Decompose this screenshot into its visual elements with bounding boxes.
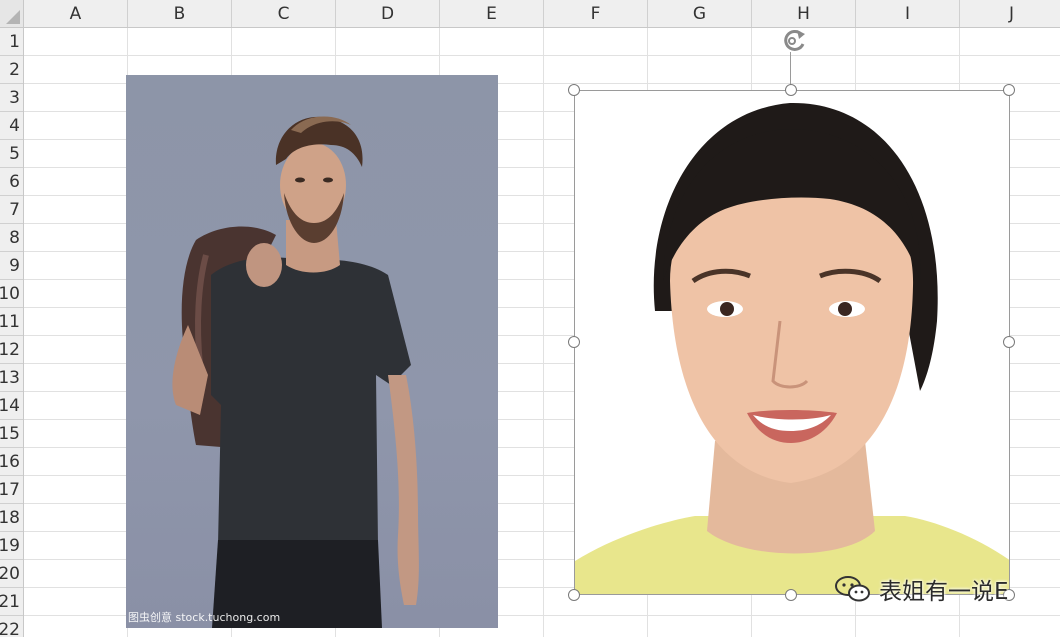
- row-header-7[interactable]: 7: [0, 196, 23, 224]
- column-header-c[interactable]: C: [232, 0, 336, 27]
- column-headers: ABCDEFGHIJ: [24, 0, 1060, 28]
- row-header-15[interactable]: 15: [0, 420, 23, 448]
- row-header-3[interactable]: 3: [0, 84, 23, 112]
- woman-photo-image: [575, 102, 1009, 594]
- row-header-9[interactable]: 9: [0, 252, 23, 280]
- resize-handle-top-right[interactable]: [1003, 84, 1015, 96]
- row-headers: 1 2 3 4 5 6 7 8 9 10 11 12 13 14 15 16 17 18 19 20 21 22: [0, 28, 24, 637]
- row-header-2[interactable]: 2: [0, 56, 23, 84]
- resize-handle-right[interactable]: [1003, 336, 1015, 348]
- stock-watermark: 图虫创意 stock.tuchong.com: [128, 611, 281, 624]
- column-header-d[interactable]: D: [336, 0, 440, 27]
- social-watermark: 表姐有一说E: [833, 572, 1009, 606]
- row-header-11[interactable]: 11: [0, 308, 23, 336]
- picture-man-photo[interactable]: 图虫创意 stock.tuchong.com: [126, 75, 498, 628]
- row-header-1[interactable]: 1: [0, 28, 23, 56]
- column-header-i[interactable]: I: [856, 0, 960, 27]
- social-label: 表姐有一说E: [879, 579, 1009, 605]
- row-header-16[interactable]: 16: [0, 448, 23, 476]
- column-header-b[interactable]: B: [128, 0, 232, 27]
- resize-handle-bottom[interactable]: [785, 589, 797, 601]
- row-header-8[interactable]: 8: [0, 224, 23, 252]
- row-header-22[interactable]: 22: [0, 616, 23, 637]
- row-header-18[interactable]: 18: [0, 504, 23, 532]
- row-header-17[interactable]: 17: [0, 476, 23, 504]
- row-header-19[interactable]: 19: [0, 532, 23, 560]
- column-header-g[interactable]: G: [648, 0, 752, 27]
- rotate-handle-icon[interactable]: [777, 26, 813, 54]
- column-header-j[interactable]: J: [960, 0, 1060, 27]
- row-header-4[interactable]: 4: [0, 112, 23, 140]
- resize-handle-bottom-left[interactable]: [568, 589, 580, 601]
- column-header-a[interactable]: A: [24, 0, 128, 27]
- row-header-20[interactable]: 20: [0, 560, 23, 588]
- man-photo-image: [172, 116, 419, 628]
- row-header-6[interactable]: 6: [0, 168, 23, 196]
- picture-woman-photo[interactable]: [574, 90, 1010, 595]
- wechat-icon: [835, 576, 870, 602]
- column-header-e[interactable]: E: [440, 0, 544, 27]
- resize-handle-left[interactable]: [568, 336, 580, 348]
- resize-handle-top[interactable]: [785, 84, 797, 96]
- column-header-f[interactable]: F: [544, 0, 648, 27]
- resize-handle-top-left[interactable]: [568, 84, 580, 96]
- row-header-12[interactable]: 12: [0, 336, 23, 364]
- row-header-13[interactable]: 13: [0, 364, 23, 392]
- row-header-14[interactable]: 14: [0, 392, 23, 420]
- select-all-corner[interactable]: [0, 0, 24, 28]
- row-header-10[interactable]: 10: [0, 280, 23, 308]
- row-header-5[interactable]: 5: [0, 140, 23, 168]
- row-header-21[interactable]: 21: [0, 588, 23, 616]
- column-header-h[interactable]: H: [752, 0, 856, 27]
